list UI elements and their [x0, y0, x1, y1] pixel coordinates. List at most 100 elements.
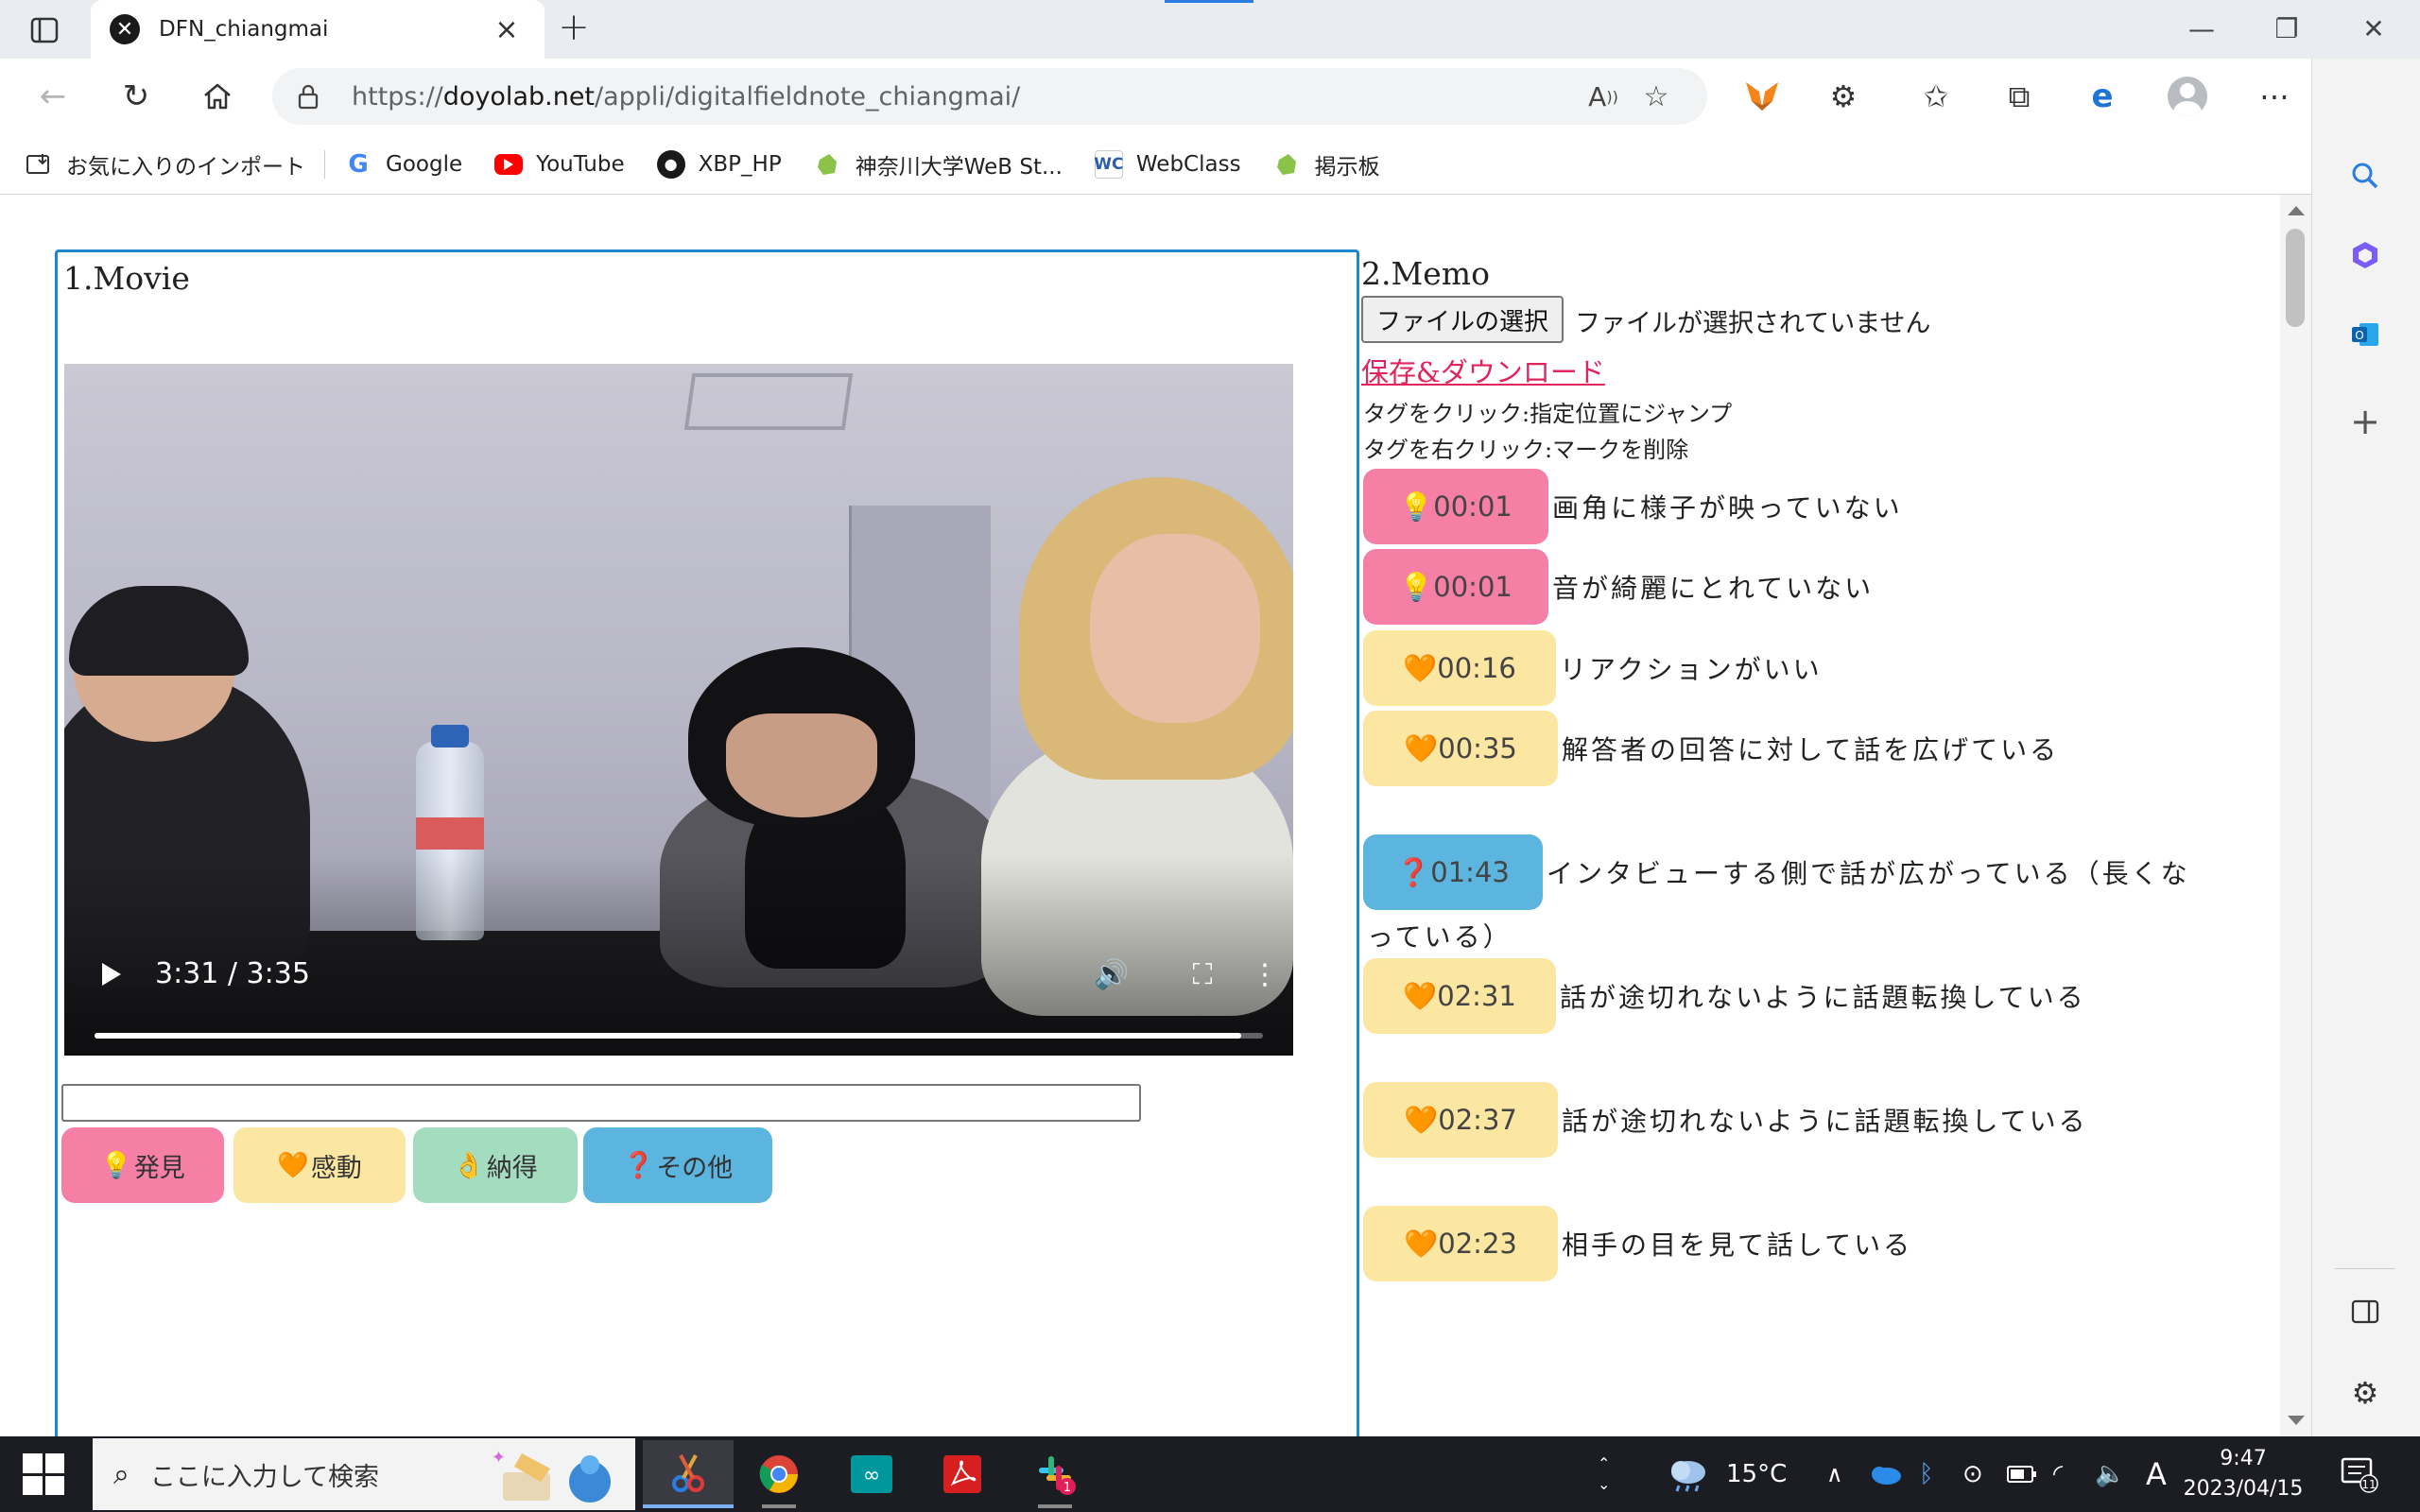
scroll-up-arrow-icon[interactable]	[2288, 206, 2305, 215]
taskbar-arduino[interactable]: ∞	[826, 1440, 917, 1508]
webclass-icon: WC	[1094, 149, 1124, 179]
taskbar-slack[interactable]: 1	[1010, 1440, 1100, 1508]
restore-button[interactable]: ❐	[2244, 6, 2329, 53]
svg-text:✦: ✦	[492, 1448, 506, 1468]
memo-section-title: 2.Memo	[1361, 255, 1490, 292]
sidebar-panel-icon[interactable]	[2339, 1285, 2392, 1338]
tab-title: DFN_chiangmai	[159, 17, 329, 42]
sidebar-search-icon[interactable]	[2339, 149, 2392, 202]
weather-widget[interactable]: 15°C	[1666, 1436, 1787, 1512]
memo-tag-button[interactable]: 🧡 02:23	[1363, 1206, 1558, 1281]
favorite-google[interactable]: G Google	[344, 150, 462, 179]
video-player[interactable]: 3:31 / 3:35 🔊 ⛶ ⋮	[64, 364, 1293, 1056]
extensions-icon[interactable]: ⚙	[1817, 72, 1870, 121]
close-window-button[interactable]: ✕	[2331, 6, 2416, 53]
volume-icon[interactable]: 🔊	[1091, 954, 1132, 995]
taskbar-chrome[interactable]	[734, 1440, 824, 1508]
minimize-button[interactable]: —	[2159, 6, 2244, 53]
active-tab[interactable]: ✕ DFN_chiangmai ×	[91, 0, 544, 59]
memo-time: 00:16	[1437, 652, 1516, 684]
reload-button[interactable]: ↻	[110, 72, 163, 121]
tag-discovery-button[interactable]: 💡 発見	[61, 1127, 224, 1203]
memo-tag-button[interactable]: 🧡 02:37	[1363, 1082, 1558, 1158]
bluetooth-icon[interactable]: ᛒ	[1919, 1436, 1934, 1512]
back-button[interactable]: ←	[26, 72, 79, 121]
fullscreen-icon[interactable]: ⛶	[1182, 954, 1223, 995]
tag-agreement-button[interactable]: 👌 納得	[413, 1127, 578, 1203]
file-select-button[interactable]: ファイルの選択	[1361, 296, 1564, 343]
tab-close-icon[interactable]: ×	[488, 13, 526, 46]
url-text[interactable]: https://doyolab.net/appli/digitalfieldno…	[352, 82, 1577, 112]
windows-taskbar: ⌕ ここに入力して検索 ✦ ∞ 1 ⌃ ⌄ 15°C ∧ ᛒ ⊙ ◜ 🔈 A 9:…	[0, 1436, 2420, 1512]
sidebar-settings-icon[interactable]: ⚙	[2339, 1366, 2392, 1419]
new-tab-button[interactable]: +	[552, 9, 596, 49]
hint-right-click-text: タグを右クリック:マークを削除	[1363, 437, 1689, 463]
favorites-icon[interactable]: ✩	[1910, 72, 1962, 121]
memo-item: 🧡 00:16 リアクションがいい	[1363, 630, 1823, 706]
memo-text-input[interactable]	[61, 1084, 1141, 1122]
outlook-icon[interactable]: O	[2339, 308, 2392, 361]
microsoft365-icon[interactable]	[2339, 229, 2392, 282]
memo-tag-button[interactable]: 🧡 02:31	[1363, 958, 1556, 1034]
camera-privacy-icon[interactable]: ⊙	[1962, 1436, 1983, 1512]
play-icon[interactable]	[102, 963, 121, 986]
tag-other-label: その他	[656, 1153, 734, 1183]
ie-mode-icon[interactable]: e	[2076, 72, 2129, 121]
memo-tag-button[interactable]: 🧡 00:16	[1363, 630, 1556, 706]
page-scrollbar[interactable]	[2280, 195, 2311, 1436]
home-button[interactable]	[191, 72, 244, 121]
favorite-xbp-hp[interactable]: ● XBP_HP	[656, 149, 782, 179]
memo-text: 音が綺麗にとれていない	[1552, 573, 1875, 604]
sidebar-add-icon[interactable]: +	[2339, 395, 2392, 448]
notification-center-button[interactable]: 11	[2339, 1436, 2380, 1512]
tag-other-button[interactable]: ❓ その他	[583, 1127, 772, 1203]
lock-icon[interactable]	[297, 82, 325, 111]
taskbar-clock[interactable]: 9:47 2023/04/15	[2182, 1444, 2305, 1504]
tray-overflow-icon[interactable]: ∧	[1826, 1436, 1843, 1512]
video-more-icon[interactable]: ⋮	[1244, 954, 1286, 995]
save-download-link[interactable]: 保存&ダウンロード	[1361, 351, 1605, 390]
clock-date: 2023/04/15	[2183, 1477, 2304, 1501]
video-progress-fill	[95, 1033, 1241, 1039]
collections-icon[interactable]: ⧉	[1993, 72, 2046, 121]
profile-avatar[interactable]	[2161, 72, 2214, 121]
start-button[interactable]	[23, 1453, 64, 1495]
memo-tag-button[interactable]: 🧡 00:35	[1363, 711, 1558, 786]
movie-section-title: 1.Movie	[63, 260, 190, 297]
memo-time: 02:23	[1438, 1228, 1517, 1260]
scroll-down-arrow-icon[interactable]	[2288, 1416, 2305, 1425]
favorite-youtube[interactable]: YouTube	[494, 152, 625, 177]
file-status-text: ファイルが選択されていません	[1575, 309, 1931, 338]
memo-tag-button[interactable]: ❓ 01:43	[1363, 834, 1543, 910]
battery-icon[interactable]	[2006, 1436, 2038, 1512]
ime-indicator[interactable]: A	[2146, 1436, 2167, 1512]
heart-icon: 🧡	[277, 1151, 309, 1180]
video-progress-bar[interactable]	[95, 1033, 1263, 1039]
wifi-icon[interactable]: ◜	[2053, 1436, 2063, 1512]
favorite-import[interactable]: お気に入りのインポート	[25, 148, 305, 180]
more-menu-icon[interactable]: ⋯	[2248, 72, 2301, 121]
memo-item: 💡 00:01 画角に様子が映っていない	[1363, 469, 1903, 544]
memo-item: 🧡 02:37 話が途切れないように話題転換している	[1363, 1082, 2088, 1158]
taskbar-search-box[interactable]: ⌕ ここに入力して検索 ✦	[93, 1438, 635, 1510]
taskbar-acrobat[interactable]	[917, 1440, 1008, 1508]
memo-tag-button[interactable]: 💡 00:01	[1363, 469, 1548, 544]
tag-impressed-button[interactable]: 🧡 感動	[233, 1127, 406, 1203]
volume-tray-icon[interactable]: 🔈	[2095, 1436, 2125, 1512]
metamask-extension-icon[interactable]	[1736, 72, 1789, 121]
scissors-icon	[672, 1454, 704, 1492]
onedrive-icon[interactable]	[1868, 1436, 1902, 1512]
add-favorite-icon[interactable]: ☆	[1630, 70, 1683, 123]
taskbar-scroll-arrows[interactable]: ⌃ ⌄	[1598, 1436, 1610, 1512]
favorite-bulletin-board[interactable]: 掲示板	[1273, 148, 1380, 180]
read-aloud-icon[interactable]: A))	[1577, 70, 1630, 123]
favorite-kanagawa-web[interactable]: 神奈川大学WeB St...	[814, 148, 1063, 180]
address-bar[interactable]: https://doyolab.net/appli/digitalfieldno…	[272, 68, 1707, 125]
memo-tag-button[interactable]: 💡 00:01	[1363, 549, 1548, 625]
tag-impressed-label: 感動	[310, 1153, 362, 1183]
tab-actions-button[interactable]	[21, 13, 68, 47]
slack-icon: 1	[1039, 1456, 1076, 1495]
favorite-webclass[interactable]: WC WebClass	[1094, 149, 1241, 179]
taskbar-snipping-tool[interactable]	[643, 1440, 734, 1508]
scroll-thumb[interactable]	[2286, 229, 2305, 327]
